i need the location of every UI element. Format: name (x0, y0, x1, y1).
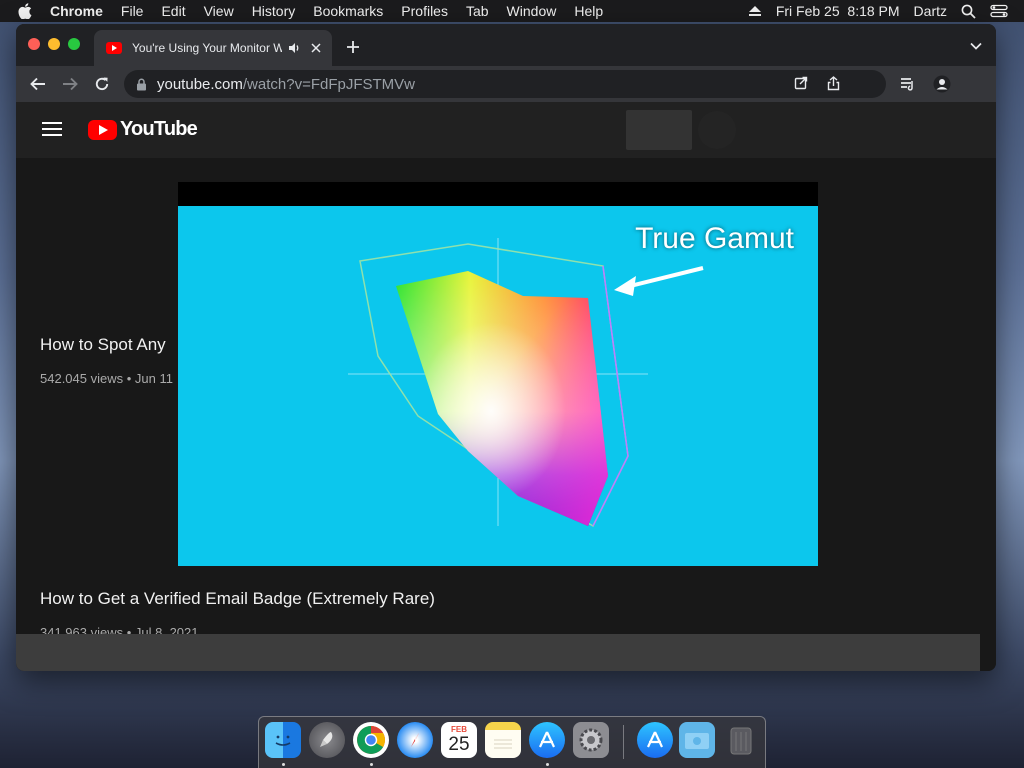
menubar-datetime[interactable]: Fri Feb 25 8:18 PM (776, 3, 900, 19)
apple-icon[interactable] (18, 3, 36, 19)
lock-icon[interactable] (136, 78, 147, 91)
video-thumbnail[interactable]: True Gamut (178, 206, 818, 566)
zoom-window-button[interactable] (68, 38, 80, 50)
forward-icon[interactable] (60, 74, 80, 94)
running-indicator (282, 763, 285, 766)
system-preferences-icon[interactable] (573, 722, 609, 758)
menu-app-name[interactable]: Chrome (50, 0, 112, 22)
menu-bar: Chrome File Edit View History Bookmarks … (0, 0, 1024, 22)
youtube-logo-text: YouTube (120, 118, 198, 140)
menu-view[interactable]: View (195, 0, 243, 22)
avatar (698, 111, 736, 149)
menu-edit[interactable]: Edit (152, 0, 194, 22)
calendar-icon[interactable]: FEB 25 (441, 722, 477, 758)
youtube-logo[interactable]: YouTube (88, 118, 198, 141)
youtube-header: YouTube (16, 102, 996, 158)
safari-icon[interactable] (397, 722, 433, 758)
finder-icon[interactable] (265, 722, 301, 758)
menu-icon[interactable] (42, 122, 62, 136)
menu-profiles[interactable]: Profiles (392, 0, 457, 22)
video-preview[interactable]: True Gamut (178, 182, 818, 566)
url-path: /watch?v=FdFpJFSTMVw (242, 75, 416, 93)
video-title-1[interactable]: How to Spot Any (40, 335, 166, 355)
url-domain: youtube.com (157, 75, 243, 93)
calendar-day: 25 (448, 734, 470, 755)
chrome-icon[interactable] (353, 722, 389, 758)
app-store-icon[interactable] (529, 722, 565, 758)
eject-icon[interactable] (748, 5, 762, 17)
control-center-icon[interactable] (990, 4, 1008, 18)
tab-youtube[interactable]: You're Using Your Monitor Wrong (94, 30, 332, 66)
menu-bookmarks[interactable]: Bookmarks (304, 0, 392, 22)
browser-window: You're Using Your Monitor Wrong (16, 24, 996, 671)
audio-icon[interactable] (288, 42, 301, 54)
dock: FEB 25 (258, 716, 766, 768)
menu-help[interactable]: Help (565, 0, 612, 22)
reload-icon[interactable] (92, 74, 112, 94)
video-meta-1: 542,045 views • Jun 11 (40, 371, 173, 383)
plus-icon[interactable] (346, 40, 360, 54)
running-indicator (546, 763, 549, 766)
header-button-placeholder (626, 110, 692, 150)
video-title-2[interactable]: How to Get a Verified Email Badge (Extre… (40, 589, 435, 609)
chevron-down-icon[interactable] (970, 42, 982, 50)
address-bar[interactable]: youtube.com/watch?v=FdFpJFSTMVw (124, 70, 886, 98)
app-store-folder-icon[interactable] (637, 722, 673, 758)
menu-tab[interactable]: Tab (457, 0, 498, 22)
youtube-play-icon (88, 119, 117, 140)
close-window-button[interactable] (28, 38, 40, 50)
open-in-icon[interactable] (794, 76, 808, 90)
tab-title: You're Using Your Monitor Wrong (132, 41, 282, 55)
calendar-month: FEB (451, 725, 467, 734)
color-gamut-graphic (348, 238, 704, 528)
running-indicator (370, 763, 373, 766)
browser-toolbar: youtube.com/watch?v=FdFpJFSTMVw (16, 66, 996, 102)
downloads-folder-icon[interactable] (679, 722, 715, 758)
tab-strip: You're Using Your Monitor Wrong (16, 24, 996, 66)
back-icon[interactable] (28, 74, 48, 94)
minimize-window-button[interactable] (48, 38, 60, 50)
youtube-page: YouTube How to Spot Any 542,045 views • … (16, 102, 996, 671)
search-icon[interactable] (961, 4, 976, 19)
share-icon[interactable] (827, 76, 840, 91)
menu-history[interactable]: History (243, 0, 305, 22)
queue-icon[interactable] (898, 74, 918, 94)
thumbnail-caption: True Gamut (635, 222, 794, 255)
close-icon[interactable] (311, 43, 321, 53)
trash-icon[interactable] (723, 722, 759, 758)
launchpad-icon[interactable] (309, 722, 345, 758)
address-url[interactable]: youtube.com/watch?v=FdFpJFSTMVw (157, 76, 415, 93)
notes-icon[interactable] (485, 722, 521, 758)
dock-separator (623, 725, 624, 759)
youtube-favicon-icon (106, 42, 122, 54)
menu-file[interactable]: File (112, 0, 153, 22)
page-bottom-bar (16, 634, 980, 671)
menubar-user[interactable]: Dartz (914, 3, 947, 19)
profile-icon[interactable] (932, 74, 952, 94)
menu-window[interactable]: Window (498, 0, 566, 22)
